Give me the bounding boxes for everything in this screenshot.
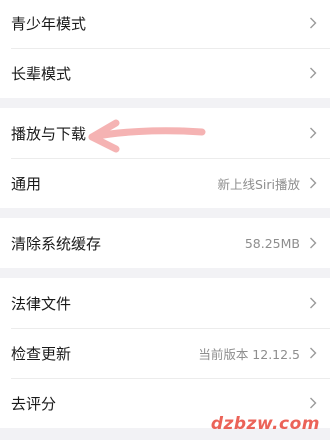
chevron-right-icon xyxy=(306,396,320,410)
row-check-update-value: 当前版本 12.12.5 xyxy=(198,346,300,362)
chevron-right-icon xyxy=(306,126,320,140)
section-gap xyxy=(0,268,330,278)
settings-section-about: 法律文件 检查更新 当前版本 12.12.5 去评分 xyxy=(0,278,330,428)
row-check-update[interactable]: 检查更新 当前版本 12.12.5 xyxy=(0,328,330,378)
row-elder-mode[interactable]: 长辈模式 xyxy=(0,48,330,98)
section-gap xyxy=(0,208,330,218)
chevron-right-icon xyxy=(306,236,320,250)
row-clear-cache-value: 58.25MB xyxy=(244,235,300,251)
row-rate-app-label: 去评分 xyxy=(11,394,57,413)
settings-section-playback: 播放与下载 通用 新上线Siri播放 xyxy=(0,108,330,208)
row-legal-documents-label: 法律文件 xyxy=(11,294,72,313)
row-elder-mode-label: 长辈模式 xyxy=(11,64,72,83)
section-gap xyxy=(0,98,330,108)
row-check-update-label: 检查更新 xyxy=(11,344,72,363)
chevron-right-icon xyxy=(306,66,320,80)
row-clear-cache[interactable]: 清除系统缓存 58.25MB xyxy=(0,218,330,268)
row-youth-mode-label: 青少年模式 xyxy=(11,14,87,33)
row-playback-download-label: 播放与下载 xyxy=(11,124,87,143)
settings-section-cache: 清除系统缓存 58.25MB xyxy=(0,218,330,268)
settings-section-modes: 青少年模式 长辈模式 xyxy=(0,0,330,98)
row-playback-download[interactable]: 播放与下载 xyxy=(0,108,330,158)
row-clear-cache-label: 清除系统缓存 xyxy=(11,234,102,253)
chevron-right-icon xyxy=(306,346,320,360)
row-legal-documents[interactable]: 法律文件 xyxy=(0,278,330,328)
chevron-right-icon xyxy=(306,176,320,190)
row-youth-mode[interactable]: 青少年模式 xyxy=(0,0,330,48)
chevron-right-icon xyxy=(306,16,320,30)
row-general-label: 通用 xyxy=(11,174,42,193)
watermark-logo: dzbzw.com xyxy=(210,414,320,434)
settings-page: 青少年模式 长辈模式 播放与下载 通用 新上线Siri播放 清除系统缓存 58.… xyxy=(0,0,330,428)
chevron-right-icon xyxy=(306,296,320,310)
row-general-value: 新上线Siri播放 xyxy=(217,176,300,192)
row-general[interactable]: 通用 新上线Siri播放 xyxy=(0,158,330,208)
